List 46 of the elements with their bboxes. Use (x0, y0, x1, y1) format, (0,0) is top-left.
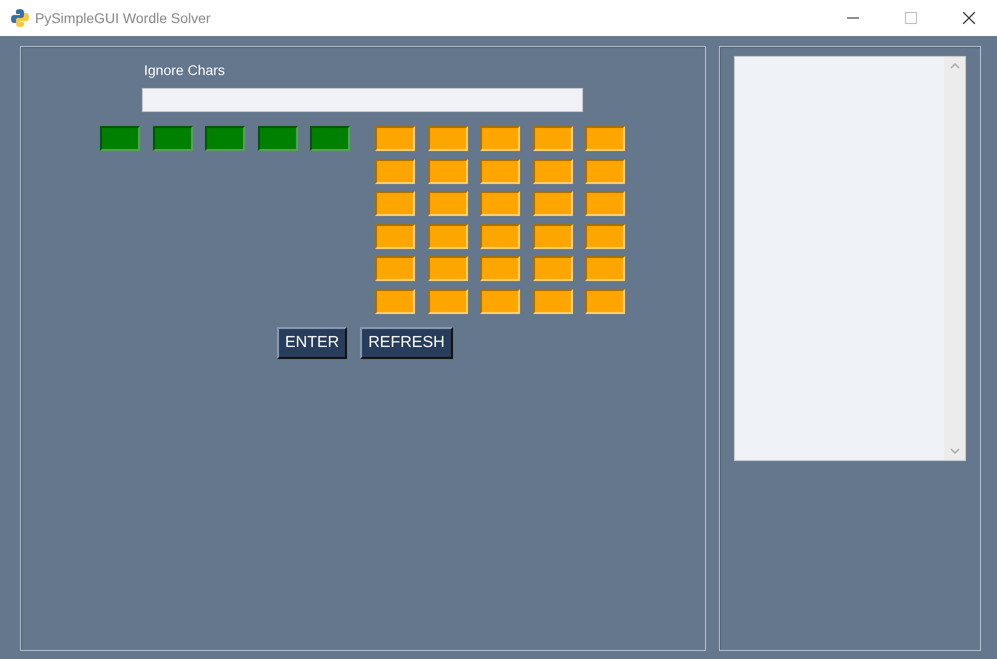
letter-field[interactable] (480, 288, 520, 314)
letter-field[interactable] (585, 126, 625, 151)
letter-field[interactable] (258, 126, 298, 151)
letter-field[interactable] (375, 224, 415, 248)
letter-field[interactable] (375, 288, 415, 314)
letter-field[interactable] (585, 288, 625, 314)
enter-button[interactable]: ENTER (277, 326, 348, 358)
scroll-up-icon[interactable] (950, 63, 960, 69)
letter-field[interactable] (428, 126, 468, 151)
letter-field[interactable] (480, 126, 520, 151)
letter-field[interactable] (100, 126, 140, 151)
maximize-icon[interactable] (905, 12, 917, 24)
letter-field[interactable] (532, 288, 572, 314)
letter-field[interactable] (480, 256, 520, 281)
letter-field[interactable] (480, 224, 520, 248)
letter-field[interactable] (428, 191, 468, 216)
letter-field[interactable] (205, 126, 245, 151)
letter-field[interactable] (310, 126, 350, 151)
python-logo-icon (10, 8, 30, 28)
close-icon[interactable] (963, 12, 975, 24)
letter-field[interactable] (428, 224, 468, 248)
letter-field[interactable] (585, 191, 625, 216)
letter-field[interactable] (585, 256, 625, 281)
letter-field[interactable] (375, 126, 415, 151)
letter-field[interactable] (480, 191, 520, 216)
letter-field[interactable] (480, 158, 520, 184)
letter-field[interactable] (585, 224, 625, 248)
letter-field[interactable] (532, 224, 572, 248)
letter-field[interactable] (375, 191, 415, 216)
scroll-down-icon[interactable] (950, 448, 960, 454)
scrollbar[interactable] (944, 57, 966, 460)
letter-field[interactable] (532, 256, 572, 281)
letter-field[interactable] (532, 158, 572, 184)
letter-field[interactable] (428, 288, 468, 314)
letter-field[interactable] (152, 126, 192, 151)
letter-field[interactable] (375, 158, 415, 184)
ignore-chars-field[interactable] (142, 88, 583, 112)
letter-field[interactable] (428, 158, 468, 184)
letter-field[interactable] (532, 191, 572, 216)
letter-field[interactable] (428, 256, 468, 281)
refresh-button[interactable]: REFRESH (360, 326, 453, 358)
letter-field[interactable] (532, 126, 572, 151)
ignore-chars-label: Ignore Chars (144, 61, 226, 79)
window-title: PySimpleGUI Wordle Solver (35, 10, 211, 26)
letter-field[interactable] (375, 256, 415, 281)
letter-field[interactable] (585, 158, 625, 184)
